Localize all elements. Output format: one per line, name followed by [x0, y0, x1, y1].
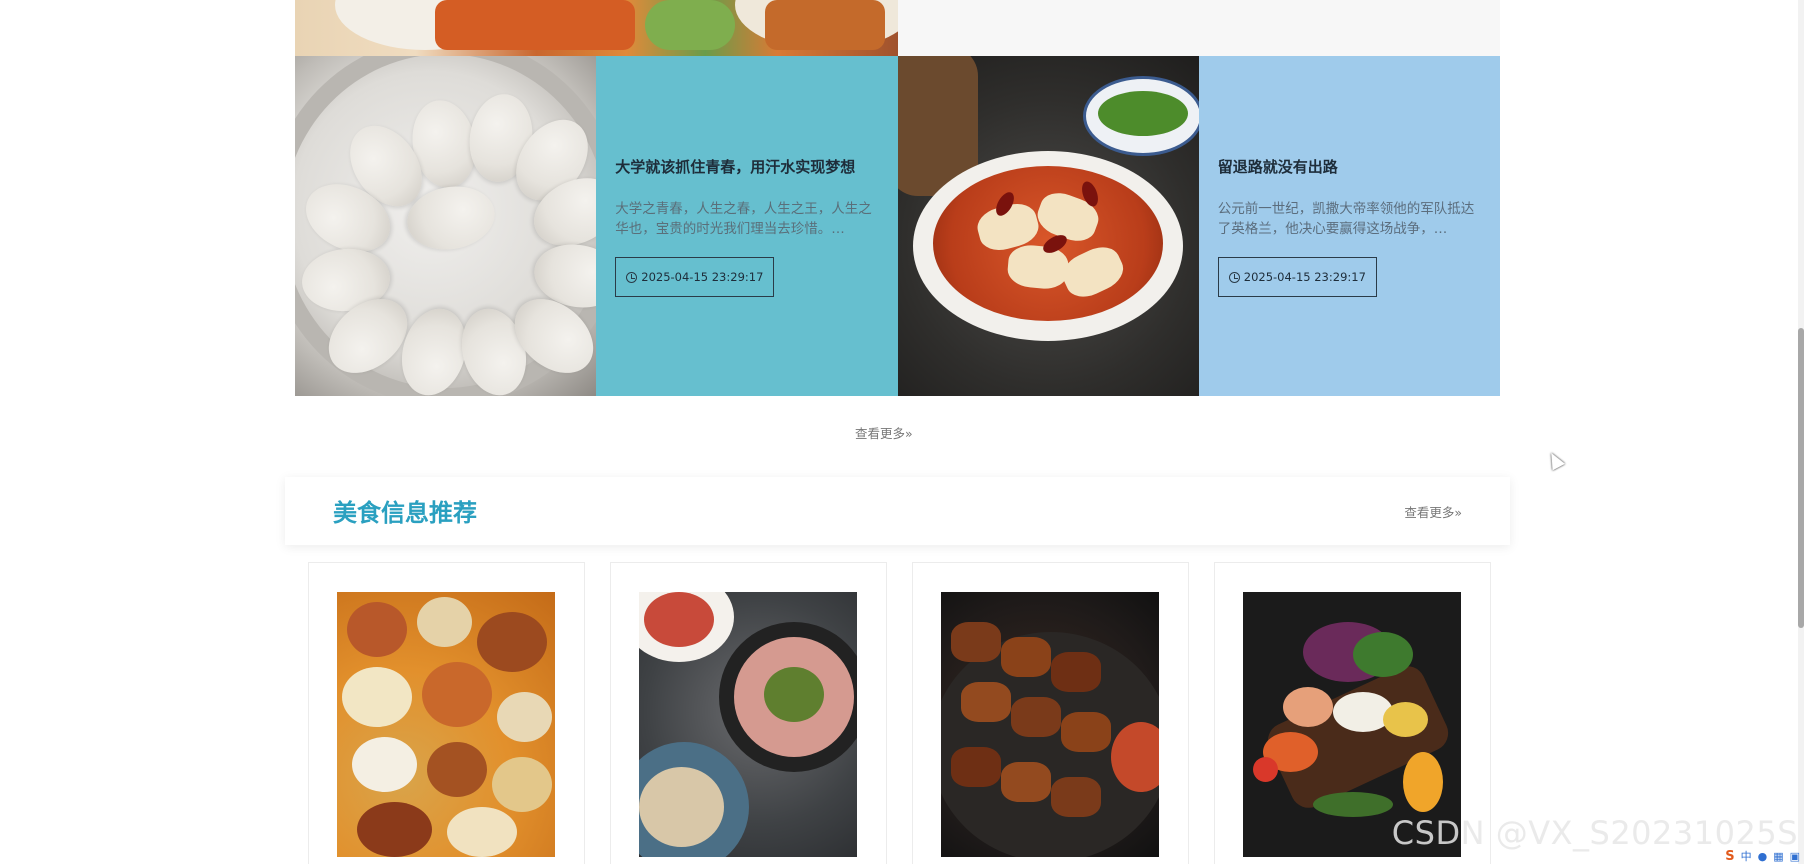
food-section-header: 美食信息推荐 查看更多» — [285, 477, 1510, 545]
page: 大学就该抓住青春，用汗水实现梦想 大学之青春，人生之春，人生之王，人生之华也，宝… — [0, 0, 1804, 864]
keyboard-icon[interactable]: ▦ — [1773, 850, 1783, 863]
system-tray: S 中 ● ▦ ▣ — [1725, 848, 1800, 864]
news-time: 2025-04-15 23:29:17 — [641, 270, 764, 284]
food-card[interactable] — [308, 562, 585, 864]
microphone-icon[interactable]: ● — [1758, 850, 1768, 863]
news-row: 大学就该抓住青春，用汗水实现梦想 大学之青春，人生之春，人生之王，人生之华也，宝… — [295, 56, 1500, 396]
food-card[interactable] — [610, 562, 887, 864]
news-time: 2025-04-15 23:29:17 — [1243, 270, 1366, 284]
settings-icon[interactable]: ▣ — [1790, 850, 1800, 863]
mouse-cursor-icon — [1545, 449, 1565, 471]
news-time-badge: 2025-04-15 23:29:17 — [1217, 257, 1377, 297]
food-more-link[interactable]: 查看更多» — [1404, 502, 1462, 521]
news-description: 大学之青春，人生之春，人生之王，人生之华也，宝贵的时光我们理当去珍惜。… — [615, 201, 872, 237]
news-title[interactable]: 大学就该抓住青春，用汗水实现梦想 — [615, 156, 878, 178]
ime-lang-label[interactable]: 中 — [1741, 848, 1752, 864]
food-image-banquet-dishes[interactable] — [337, 592, 555, 857]
news-image-boiled-fish[interactable] — [897, 56, 1199, 396]
news-image-steamed-buns[interactable] — [295, 56, 597, 396]
scrollbar-thumb[interactable] — [1798, 328, 1804, 628]
ime-icon[interactable]: S — [1725, 849, 1734, 864]
news-time-badge: 2025-04-15 23:29:17 — [615, 257, 775, 297]
news-description: 公元前一世纪，凯撒大帝率领他的军队抵达了英格兰，他决心要赢得这场战争，… — [1217, 201, 1475, 237]
food-card[interactable] — [912, 562, 1189, 864]
news-row-previous — [295, 0, 1500, 56]
food-image-bbq-skewers[interactable] — [941, 592, 1159, 857]
food-image-plated-salad[interactable] — [639, 592, 857, 857]
section-title: 美食信息推荐 — [333, 499, 477, 527]
news-card[interactable]: 大学就该抓住青春，用汗水实现梦想 大学之青春，人生之春，人生之王，人生之华也，宝… — [596, 56, 898, 396]
news-title[interactable]: 留退路就没有出路 — [1218, 156, 1481, 178]
news-card-previous — [898, 0, 1500, 56]
clock-icon — [626, 271, 638, 283]
food-grid — [308, 562, 1491, 864]
news-image-previous[interactable] — [295, 0, 898, 56]
watermark: CSDN @VX_S20231025S — [1391, 814, 1798, 852]
news-more-link[interactable]: 查看更多» — [855, 423, 913, 442]
clock-icon — [1228, 271, 1240, 283]
news-card[interactable]: 留退路就没有出路 公元前一世纪，凯撒大帝率领他的军队抵达了英格兰，他决心要赢得这… — [1198, 56, 1500, 396]
scrollbar[interactable] — [1798, 0, 1804, 864]
